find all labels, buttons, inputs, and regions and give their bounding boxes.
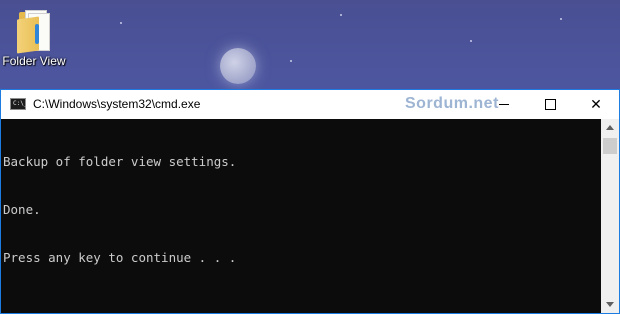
scroll-up-button[interactable] [601, 119, 619, 136]
moon [220, 48, 256, 84]
minimize-button[interactable] [481, 90, 527, 119]
scroll-down-button[interactable] [601, 296, 619, 313]
star [120, 22, 122, 24]
desktop-icon-label: Folder View [2, 54, 66, 68]
console-output[interactable]: Backup of folder view settings. Done. Pr… [1, 119, 601, 313]
chevron-up-icon [606, 125, 614, 130]
star [290, 60, 292, 62]
console-line: Backup of folder view settings. [3, 154, 237, 169]
star [470, 40, 472, 42]
desktop-icon-folder-view[interactable]: Folder View [0, 6, 68, 76]
cmd-window[interactable]: C:\_ C:\Windows\system32\cmd.exe Sordum.… [0, 89, 620, 314]
console-line: Done. [3, 202, 41, 217]
chevron-down-icon [606, 302, 614, 307]
close-icon: ✕ [590, 96, 602, 112]
close-button[interactable]: ✕ [573, 90, 619, 119]
maximize-button[interactable] [527, 90, 573, 119]
scroll-thumb[interactable] [603, 138, 617, 154]
star [560, 18, 562, 20]
star [340, 14, 342, 16]
cmd-icon-glyph: C:\_ [13, 100, 28, 107]
window-title: C:\Windows\system32\cmd.exe [33, 97, 201, 111]
vertical-scrollbar[interactable] [601, 119, 619, 313]
maximize-icon [544, 99, 556, 110]
minimize-icon [499, 104, 509, 105]
title-bar[interactable]: C:\_ C:\Windows\system32\cmd.exe Sordum.… [1, 90, 619, 119]
folder-icon [17, 8, 51, 54]
console-line: Press any key to continue . . . [3, 250, 237, 265]
cmd-icon[interactable]: C:\_ [10, 98, 28, 110]
